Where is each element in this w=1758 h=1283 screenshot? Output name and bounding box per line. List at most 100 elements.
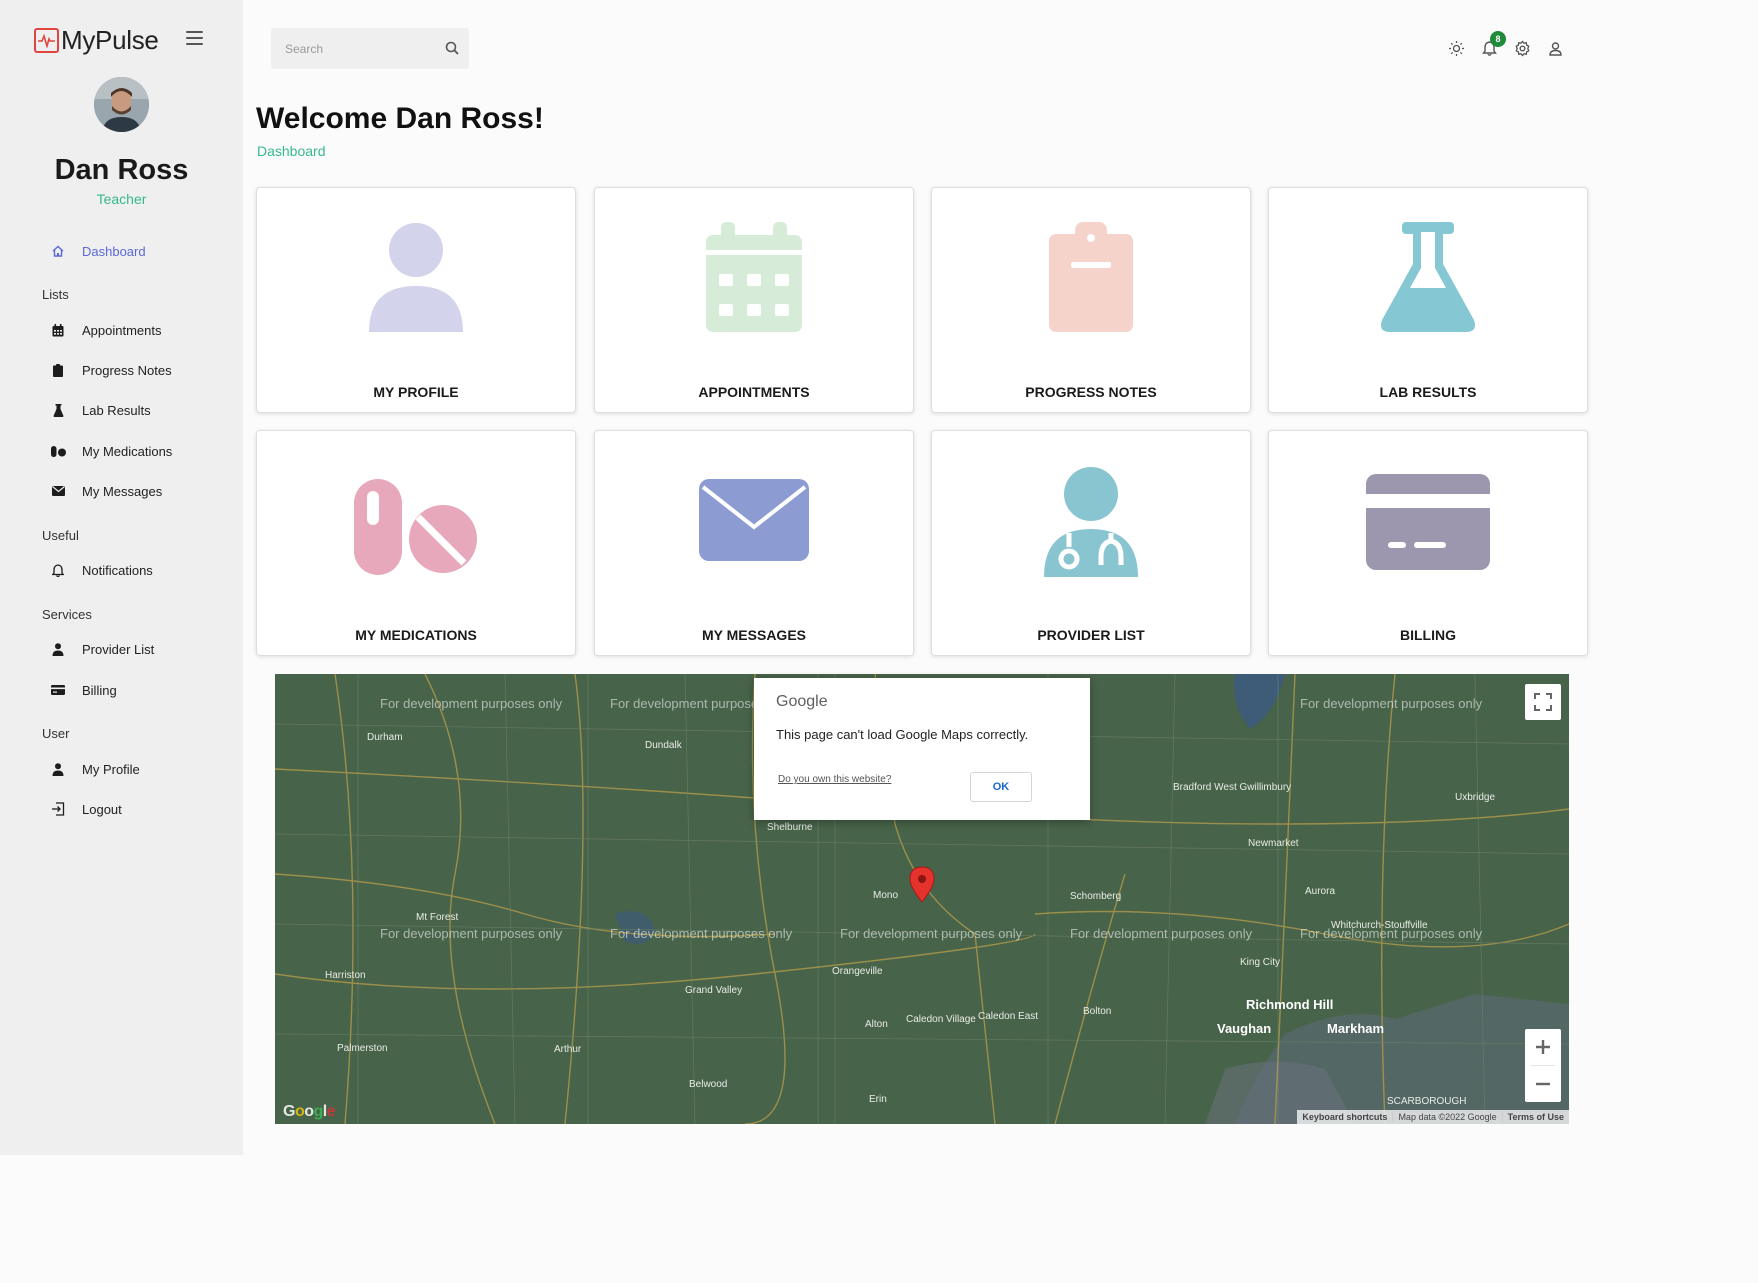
sidebar-item-label: Notifications [82,562,153,578]
map-fullscreen-button[interactable] [1525,684,1561,720]
terms-of-use-link[interactable]: Terms of Use [1501,1112,1569,1122]
sidebar: MyPulse Dan Ross Teacher Dashboard Lists… [0,0,243,1155]
map-place-label: Arthur [554,1044,582,1055]
sidebar-item-label: My Messages [82,483,163,499]
sidebar-item-logout[interactable]: Logout [50,801,122,817]
flask-icon [1269,222,1587,332]
sidebar-item-dashboard[interactable]: Dashboard [50,243,146,259]
google-map-logo[interactable]: Google [283,1103,336,1121]
sidebar-item-lab-results[interactable]: Lab Results [50,402,151,418]
app-name: MyPulse [61,25,159,55]
card-label: PROVIDER LIST [1037,627,1145,643]
card-appointments[interactable]: APPOINTMENTS [594,187,914,413]
map-place-label: Belwood [689,1079,728,1090]
sidebar-item-provider-list[interactable]: Provider List [50,641,154,657]
sidebar-section-services: Services [42,607,92,622]
card-my-messages[interactable]: MY MESSAGES [594,430,914,656]
pulse-logo-icon [34,28,59,53]
sidebar-item-notifications[interactable]: Notifications [50,562,153,578]
map-watermark: For development purposes only [610,926,793,941]
map-place-label: Alton [865,1019,888,1030]
gear-icon[interactable] [1514,40,1531,57]
sidebar-item-my-medications[interactable]: My Medications [50,443,172,459]
zoom-out-button[interactable] [1525,1066,1561,1102]
fullscreen-icon [1534,693,1552,711]
dialog-message: This page can't load Google Maps correct… [776,727,1029,742]
sidebar-section-useful: Useful [42,528,79,543]
map-watermark: For development purposes only [840,926,1023,941]
user-icon [257,222,575,332]
sidebar-item-appointments[interactable]: Appointments [50,322,162,338]
menu-toggle-icon[interactable] [186,31,203,45]
pills-icon [50,443,66,459]
sidebar-item-progress-notes[interactable]: Progress Notes [50,362,172,378]
breadcrumb[interactable]: Dashboard [257,143,326,159]
map-place-label: Newmarket [1248,838,1299,849]
sidebar-section-user: User [42,726,70,741]
map-watermark: For development purposes only [1070,926,1253,941]
card-provider-list[interactable]: PROVIDER LIST [931,430,1251,656]
card-label: MY MEDICATIONS [355,627,477,643]
sidebar-item-label: Provider List [82,641,155,657]
sidebar-item-billing[interactable]: Billing [50,682,117,698]
calendar-icon [50,322,66,338]
card-label: APPOINTMENTS [698,384,810,400]
search-icon[interactable] [444,40,461,57]
minus-icon [1536,1082,1550,1086]
map-place-label: Harriston [325,970,366,981]
plus-icon [1536,1040,1550,1054]
avatar[interactable] [94,77,149,132]
map-place-label: Uxbridge [1455,792,1496,803]
credit-card-icon [1269,474,1587,570]
card-label: MY PROFILE [373,384,459,400]
sidebar-section-lists: Lists [42,287,69,302]
theme-toggle-icon[interactable] [1448,40,1465,57]
map-watermark: For development purposes only [380,926,563,941]
map-place-label: Schomberg [1070,891,1122,902]
map-data-text: Map data ©2022 Google [1392,1112,1501,1122]
app-logo[interactable]: MyPulse [34,25,159,56]
card-label: LAB RESULTS [1379,384,1477,400]
map-place-label: Vaughan [1217,1021,1272,1036]
envelope-icon [50,483,66,499]
map-place-label: Dundalk [645,740,682,751]
card-progress-notes[interactable]: PROGRESS NOTES [931,187,1251,413]
card-my-medications[interactable]: MY MEDICATIONS [256,430,576,656]
map-place-label: Shelburne [767,822,813,833]
card-billing[interactable]: BILLING [1268,430,1588,656]
map-place-label: Erin [869,1094,887,1105]
map-place-label: SCARBOROUGH [1387,1096,1467,1107]
sidebar-item-label: Logout [82,801,122,817]
dialog-brand: Google [776,693,828,710]
user-account-icon[interactable] [1547,40,1564,57]
zoom-in-button[interactable] [1525,1029,1561,1065]
user-name: Dan Ross [54,154,189,186]
card-lab-results[interactable]: LAB RESULTS [1268,187,1588,413]
user-icon [50,761,66,777]
page-title: Welcome Dan Ross! [256,102,544,135]
sidebar-item-label: Lab Results [82,402,151,418]
keyboard-shortcuts-link[interactable]: Keyboard shortcuts [1297,1112,1392,1122]
map-error-dialog: Google This page can't load Google Maps … [754,678,1090,820]
map-place-label: Grand Valley [685,985,743,996]
map-watermark: For development purposes only [380,696,563,711]
user-role: Teacher [96,191,147,207]
card-label: PROGRESS NOTES [1025,384,1157,400]
map-zoom-control [1525,1029,1561,1102]
search-input[interactable] [285,41,435,56]
sidebar-item-my-profile[interactable]: My Profile [50,761,140,777]
card-label: BILLING [1400,627,1456,643]
map-place-label: Bolton [1083,1006,1112,1017]
clipboard-icon [50,362,66,378]
sidebar-item-my-messages[interactable]: My Messages [50,483,162,499]
map-attribution: Keyboard shortcuts Map data ©2022 Google… [1297,1110,1569,1124]
card-my-profile[interactable]: MY PROFILE [256,187,576,413]
map-place-label: Markham [1327,1021,1385,1036]
flask-icon [50,402,66,418]
map-watermark: For development purposes only [1300,926,1483,941]
dialog-ok-button[interactable]: OK [970,772,1032,802]
calendar-icon [595,222,913,332]
sidebar-item-label: My Medications [82,443,173,459]
own-website-link[interactable]: Do you own this website? [778,774,891,785]
map-place-label: Bradford West Gwillimbury [1173,782,1292,793]
